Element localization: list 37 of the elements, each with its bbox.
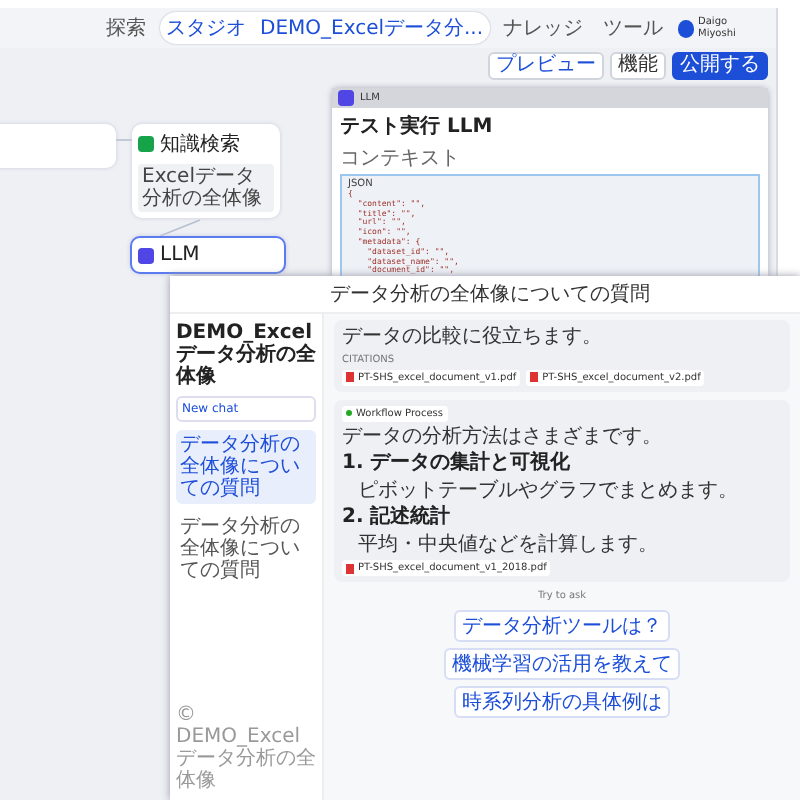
suggestion-button[interactable]: データ分析ツールは？ [454,610,670,642]
nav-tab[interactable]: ナレッジ [497,12,590,44]
message-text: データの分析方法はさまざまです。 [342,425,664,448]
nav-tab[interactable]: ツール [597,12,670,44]
knowledge-chip: Excelデータ分析の全体像 [138,164,274,212]
list-heading: 1. データの集計と可視化 [342,452,573,475]
node-title: 知識検索 [160,131,240,158]
toolbar-button[interactable]: 機能 [610,52,666,80]
nav-tab[interactable]: 探索 [100,12,152,44]
footer-text: © DEMO_Excelデータ分析の全体像 [176,704,316,792]
status-dot-icon [346,410,352,416]
connector-line [159,219,201,237]
pdf-icon [530,372,539,382]
workflow-node[interactable]: 知識検索 Excelデータ分析の全体像 [132,124,280,218]
node-title: LLM [160,244,200,266]
node-icon [338,90,354,106]
conversation-item[interactable]: データ分析の全体像についての質問 [176,430,316,504]
workflow-node[interactable]: LLM [130,236,286,274]
pdf-icon [346,563,354,573]
section-label: コンテキスト [338,146,462,172]
node-icon [138,247,154,263]
app-title: DEMO_Excelデータ分析の全体像 [176,322,316,388]
message-text: データの比較に役立ちます。 [342,326,604,349]
node-icon [138,136,154,152]
list-item: 平均・中央値などを計算します。 [356,533,660,556]
panel-title: テスト実行 LLM [338,112,495,142]
toolbar-button[interactable]: 公開する [672,52,768,80]
nav-tab[interactable]: スタジオ DEMO_Excelデータ分... [160,12,490,44]
toolbar-button[interactable]: プレビュー [488,52,604,80]
suggestion-button[interactable]: 機械学習の活用を教えて [444,648,680,680]
suggestion-button[interactable]: 時系列分析の具体例は [454,686,670,718]
list-item: ピボットテーブルやグラフでまとめます。 [356,479,740,502]
conversation-item[interactable]: データ分析の全体像についての質問 [176,512,316,586]
list-heading: 2. 記述統計 [342,506,453,529]
workflow-node[interactable] [0,124,116,168]
pdf-icon [346,372,354,382]
avatar-icon[interactable] [677,19,695,37]
